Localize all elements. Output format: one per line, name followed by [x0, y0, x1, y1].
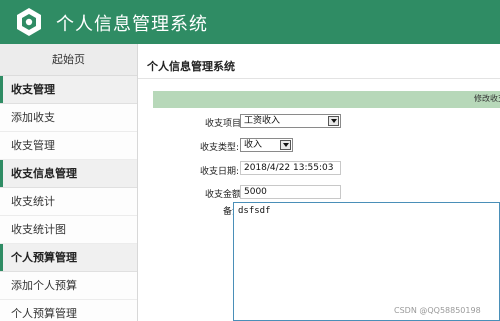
type-label: 收支类型: [200, 143, 240, 153]
panel-header: 修改收支 [153, 91, 500, 108]
sidebar-item-manage-transactions[interactable]: 收支管理 [0, 132, 137, 160]
sidebar-item-add-transaction[interactable]: 添加收支 [0, 104, 137, 132]
item-select[interactable]: 工资收入 [240, 114, 341, 128]
sidebar-item-statistics[interactable]: 收支统计 [0, 188, 137, 216]
chevron-down-icon[interactable] [280, 140, 291, 150]
type-select-value: 收入 [244, 140, 263, 150]
date-label: 收支日期: [200, 167, 240, 177]
sidebar-group-finance[interactable]: 收支管理 [0, 76, 137, 104]
panel-title: 修改收支 [474, 94, 500, 103]
main-content: 个人信息管理系统 修改收支 收支项目 工资收入 收支类型: 收入 收支日期: 2… [138, 44, 500, 321]
logo-icon [17, 8, 41, 36]
date-field[interactable]: 2018/4/22 13:55:03 [240, 161, 341, 175]
app-title: 个人信息管理系统 [56, 14, 208, 35]
amount-label: 收支金额 [205, 190, 242, 200]
sidebar-group-budget[interactable]: 个人预算管理 [0, 244, 137, 272]
watermark: CSDN @QQ58850198 [394, 306, 481, 315]
sidebar-item-add-budget[interactable]: 添加个人预算 [0, 272, 137, 300]
amount-field[interactable]: 5000 [240, 185, 341, 199]
type-select[interactable]: 收入 [240, 138, 293, 152]
item-label: 收支项目 [205, 119, 242, 129]
chevron-down-icon[interactable] [328, 116, 339, 126]
sidebar-item-manage-budget[interactable]: 个人预算管理 [0, 300, 137, 321]
item-select-value: 工资收入 [244, 116, 281, 126]
sidebar: 起始页 收支管理 添加收支 收支管理 收支信息管理 收支统计 收支统计图 个人预… [0, 44, 138, 321]
app-header: 个人信息管理系统 [0, 0, 500, 44]
sidebar-home[interactable]: 起始页 [0, 44, 137, 76]
note-textarea[interactable]: dsfsdf [233, 202, 500, 321]
sidebar-group-finance-info[interactable]: 收支信息管理 [0, 160, 137, 188]
title-divider [138, 78, 500, 79]
page-title: 个人信息管理系统 [147, 60, 235, 73]
sidebar-item-statistics-chart[interactable]: 收支统计图 [0, 216, 137, 244]
